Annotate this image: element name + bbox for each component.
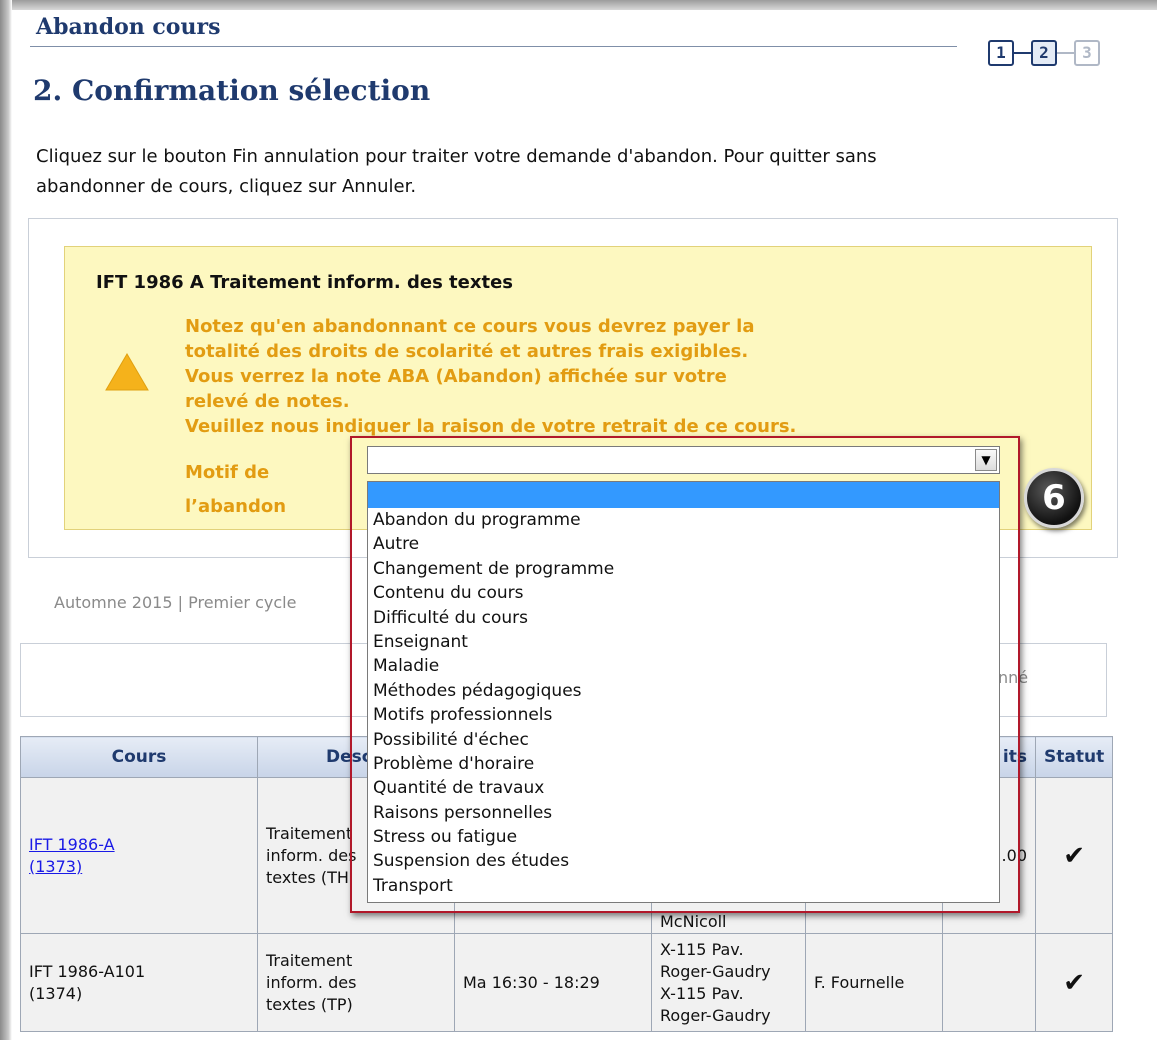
status-cell: ✔ [1034, 933, 1114, 1032]
motif-dropdown-list: Abandon du programme Autre Changement de… [367, 481, 1000, 903]
description-line: inform. des [266, 845, 357, 865]
column-header-status: Statut [1034, 736, 1114, 778]
description-line: textes (TH [266, 867, 349, 887]
warning-line: Vous verrez la note ABA (Abandon) affich… [185, 366, 727, 387]
course-title: IFT 1986 A Traitement inform. des textes [96, 272, 513, 293]
step-2-current: 2 [1031, 40, 1057, 66]
chevron-down-icon[interactable]: ▼ [975, 449, 997, 471]
term-info: Automne 2015 | Premier cycle [54, 593, 296, 612]
room-line: Roger-Gaudry [660, 1005, 771, 1025]
page-heading: Abandon cours [36, 14, 221, 40]
motif-select[interactable]: ▼ [367, 446, 1000, 474]
column-header-course: Cours [20, 736, 258, 778]
heading-divider [30, 46, 957, 47]
step-callout-badge: 6 [1024, 468, 1084, 528]
room-line: Roger-Gaudry [660, 961, 771, 981]
dropdown-option[interactable]: Méthodes pédagogiques [368, 679, 999, 703]
room-line: X-115 Pav. [660, 983, 744, 1003]
instructions-text: Cliquez sur le bouton Fin annulation pou… [36, 146, 877, 197]
dropdown-option[interactable]: Contenu du cours [368, 581, 999, 605]
dropdown-option[interactable]: Enseignant [368, 630, 999, 654]
motif-label-line: l’abandon [185, 496, 287, 517]
course-id: (1373) [29, 856, 83, 876]
motif-label-line: Motif de [185, 462, 270, 483]
description-line: Traitement [266, 823, 353, 843]
status-cell: ✔ [1034, 777, 1114, 934]
dropdown-option[interactable]: Stress ou fatigue [368, 825, 999, 849]
warning-message: Notez qu'en abandonnant ce cours vous de… [185, 314, 925, 439]
course-code: IFT 1986-A [29, 834, 115, 854]
instructor-cell: F. Fournelle [805, 933, 943, 1032]
step-connector [1014, 52, 1031, 54]
term-season: Automne 2015 [54, 593, 173, 612]
course-id: (1374) [29, 983, 83, 1003]
dropdown-option[interactable]: Quantité de travaux [368, 776, 999, 800]
description-line: inform. des [266, 972, 357, 992]
warning-line: totalité des droits de scolarité et autr… [185, 341, 749, 362]
dropdown-option[interactable]: Motifs professionnels [368, 703, 999, 727]
check-icon: ✔ [1063, 840, 1085, 871]
window-top-edge [0, 0, 1157, 10]
check-icon: ✔ [1063, 967, 1085, 998]
window-left-edge [0, 0, 12, 1040]
section-title: 2. Confirmation sélection [33, 74, 431, 107]
table-row: IFT 1986-A101 (1374) Traitement inform. … [20, 933, 1114, 1032]
term-cycle: Premier cycle [188, 593, 297, 612]
credits-cell [942, 933, 1036, 1032]
term-separator: | [177, 593, 184, 612]
course-cell: IFT 1986-A (1373) [20, 777, 258, 934]
dropdown-option[interactable]: Difficulté du cours [368, 606, 999, 630]
schedule-cell: Ma 16:30 - 18:29 [454, 933, 652, 1032]
dropdown-option[interactable]: Abandon du programme [368, 508, 999, 532]
dropdown-option[interactable]: Possibilité d'échec [368, 728, 999, 752]
course-cell: IFT 1986-A101 (1374) [20, 933, 258, 1032]
motif-label: Motif de l’abandon [185, 456, 335, 524]
course-code: IFT 1986-A101 [29, 961, 146, 981]
dropdown-option[interactable]: Problème d'horaire [368, 752, 999, 776]
dropdown-option[interactable]: Changement de programme [368, 557, 999, 581]
dropdown-option[interactable]: Transport [368, 874, 999, 898]
warning-line: Notez qu'en abandonnant ce cours vous de… [185, 316, 755, 337]
dropdown-option[interactable]: Autre [368, 532, 999, 556]
dropdown-option[interactable]: Suspension des études [368, 849, 999, 873]
partial-text: McNicoll [660, 912, 727, 931]
step-1: 1 [988, 40, 1014, 66]
room-cell: X-115 Pav. Roger-Gaudry X-115 Pav. Roger… [651, 933, 806, 1032]
dropdown-option[interactable]: Raisons personnelles [368, 801, 999, 825]
warning-triangle-icon [105, 353, 149, 391]
step-3: 3 [1074, 40, 1100, 66]
description-line: textes (TP) [266, 994, 353, 1014]
warning-line: relevé de notes. [185, 391, 350, 412]
description-line: Traitement [266, 950, 353, 970]
description-cell: Traitement inform. des textes (TP) [257, 933, 455, 1032]
dropdown-option[interactable]: Maladie [368, 654, 999, 678]
room-line: X-115 Pav. [660, 939, 744, 959]
step-connector [1057, 52, 1074, 54]
course-link[interactable]: IFT 1986-A (1373) [29, 835, 115, 876]
dropdown-option-blank-selected[interactable] [368, 482, 999, 508]
